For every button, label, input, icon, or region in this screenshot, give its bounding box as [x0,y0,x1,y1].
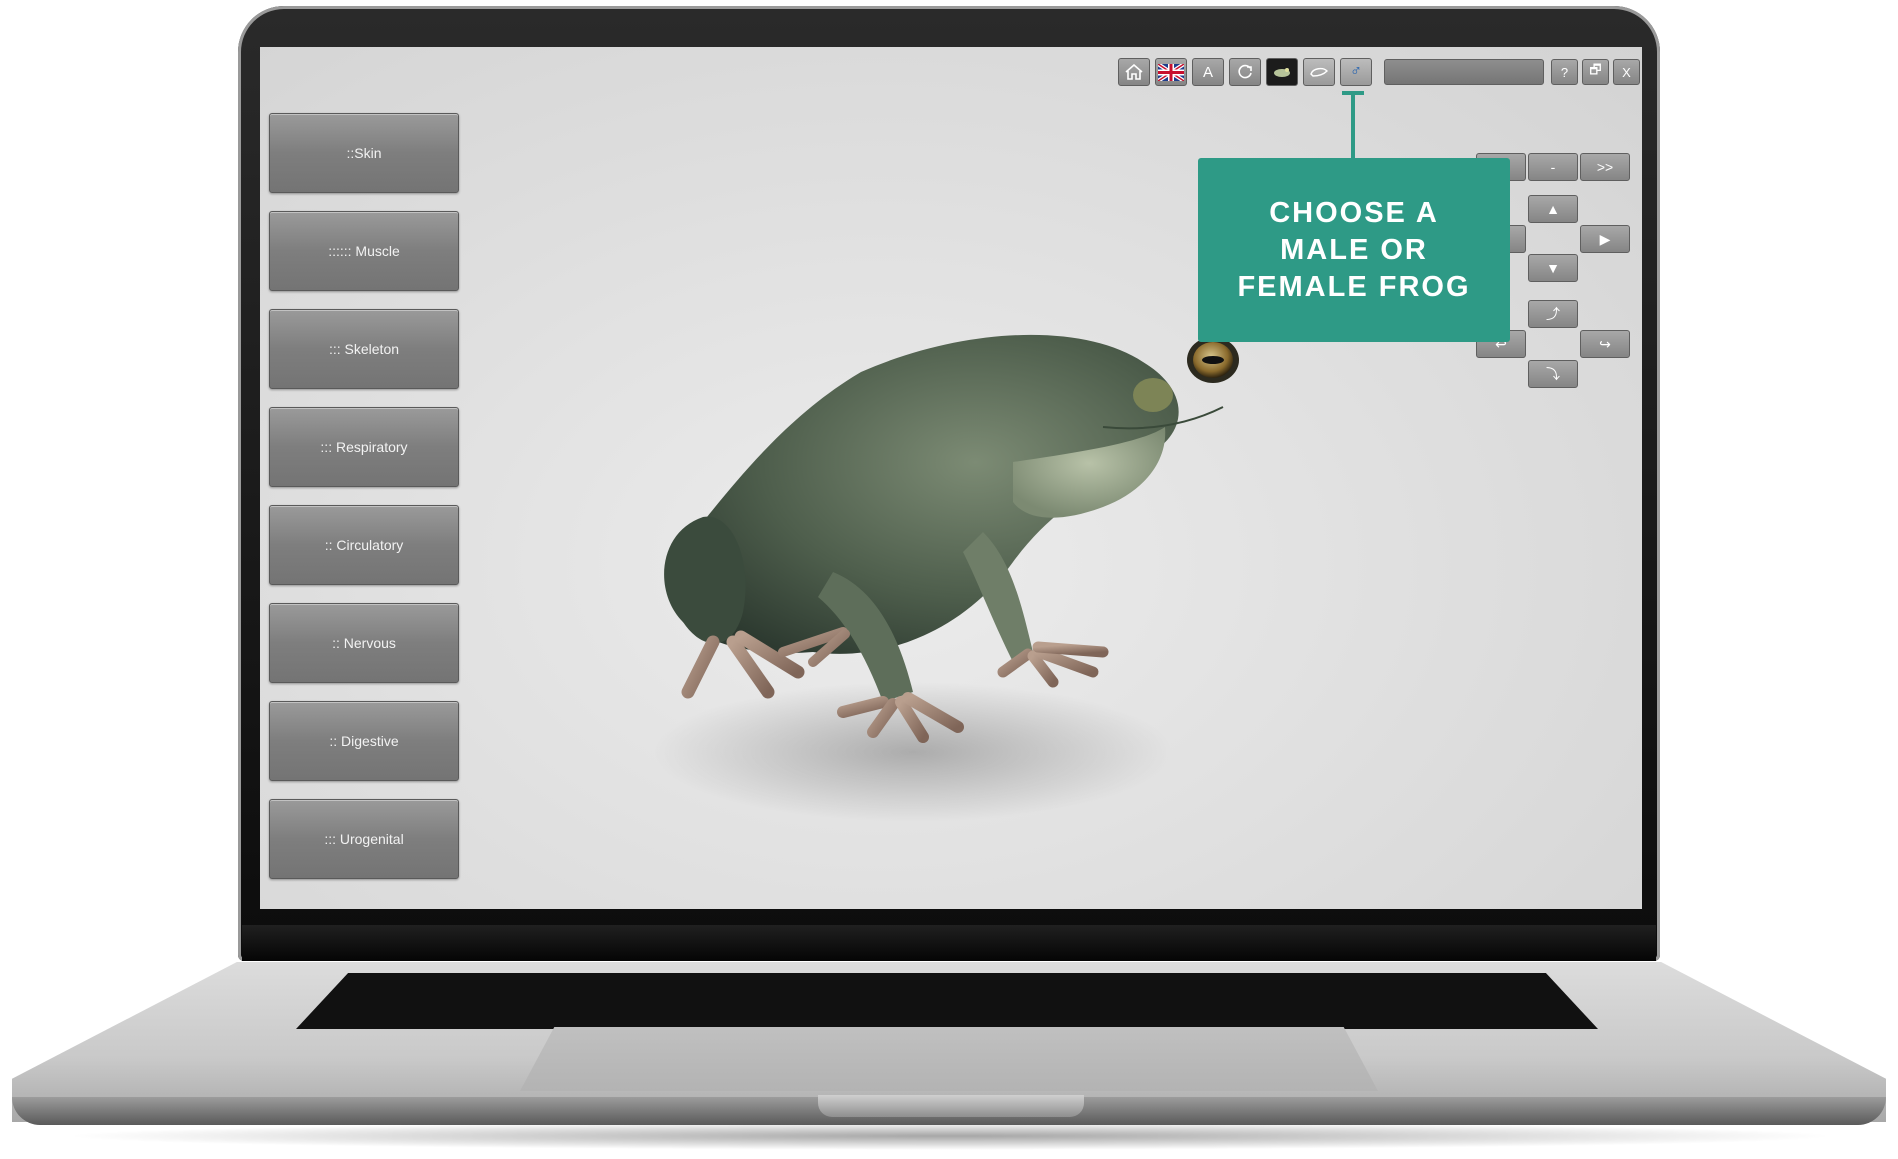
reset-button[interactable] [1229,58,1261,86]
system-button-circulatory[interactable]: :: Circulatory [269,505,459,585]
next-button[interactable]: >> [1580,153,1630,181]
arrow-up-icon: ▲ [1546,201,1560,217]
window-controls: ? 🗗 X [1551,59,1640,85]
system-button-label: ::: Respiratory [320,439,408,455]
pan-up-button[interactable]: ▲ [1528,195,1578,223]
frog-outline-icon [1310,67,1328,77]
system-button-muscle[interactable]: :::::: Muscle [269,211,459,291]
gender-button[interactable]: ♂ [1340,58,1372,86]
arrow-right-icon: ▶ [1599,230,1611,247]
home-button[interactable] [1118,58,1150,86]
arrow-down-icon: ▼ [1546,260,1560,276]
restore-icon: 🗗 [1589,62,1602,77]
close-icon: X [1622,64,1631,80]
system-button-skeleton[interactable]: ::: Skeleton [269,309,459,389]
frog-thumbnail-icon [1274,68,1290,77]
labels-button-text: A [1202,63,1213,81]
callout-text: CHOOSE A MALE OR FEMALE FROG [1237,196,1471,303]
system-button-label: :: Nervous [332,635,396,651]
system-button-label: :::::: Muscle [328,243,400,259]
search-input[interactable] [1384,59,1544,85]
top-toolbar: A ♂ [1118,58,1372,86]
male-symbol-icon: ♂ [1350,63,1362,80]
system-sidebar: ::Skin :::::: Muscle ::: Skeleton ::: Re… [269,113,461,897]
gender-callout: CHOOSE A MALE OR FEMALE FROG [1198,158,1510,342]
home-icon [1125,64,1143,80]
help-label: ? [1560,64,1569,80]
rotate-down-button[interactable]: ⤵ [1528,360,1578,388]
language-button[interactable] [1155,58,1187,86]
rotate-right-icon: ↪ [1599,335,1611,352]
labels-button[interactable]: A [1192,58,1224,86]
pan-right-button[interactable]: ▶ [1580,225,1630,253]
frog-view-button[interactable] [1266,58,1298,86]
minus-button[interactable]: - [1528,153,1578,181]
restore-button[interactable]: 🗗 [1582,59,1609,85]
system-button-urogenital[interactable]: ::: Urogenital [269,799,459,879]
close-button[interactable]: X [1613,59,1640,85]
system-button-label: :: Circulatory [324,537,404,553]
system-button-nervous[interactable]: :: Nervous [269,603,459,683]
pan-down-button[interactable]: ▼ [1528,254,1578,282]
system-button-label: ::: Skeleton [328,341,400,357]
rotate-up-icon: ⤴ [1546,306,1560,322]
frog-3d-model[interactable] [583,332,1283,892]
app-screen: ::Skin :::::: Muscle ::: Skeleton ::: Re… [260,47,1642,909]
callout-connector [1351,93,1355,163]
system-button-label: ::: Urogenital [324,831,404,847]
rotate-right-button[interactable]: ↪ [1580,330,1630,358]
laptop-hinge [242,925,1656,961]
system-button-label: ::Skin [346,145,382,161]
system-button-digestive[interactable]: :: Digestive [269,701,459,781]
system-button-respiratory[interactable]: ::: Respiratory [269,407,459,487]
rotate-up-button[interactable]: ⤴ [1528,300,1578,328]
system-button-label: :: Digestive [329,733,399,749]
uk-flag-icon [1158,63,1184,81]
minus-label: - [1550,159,1556,175]
system-button-skin[interactable]: ::Skin [269,113,459,193]
next-label: >> [1596,159,1614,175]
help-button[interactable]: ? [1551,59,1578,85]
trackpad [520,1027,1378,1091]
laptop-shadow [60,1122,1840,1150]
rotate-down-icon: ⤵ [1546,366,1560,382]
keyboard [296,973,1598,1029]
dissect-button[interactable] [1303,58,1335,86]
refresh-icon [1238,64,1252,79]
lid-opening-notch [818,1095,1084,1117]
